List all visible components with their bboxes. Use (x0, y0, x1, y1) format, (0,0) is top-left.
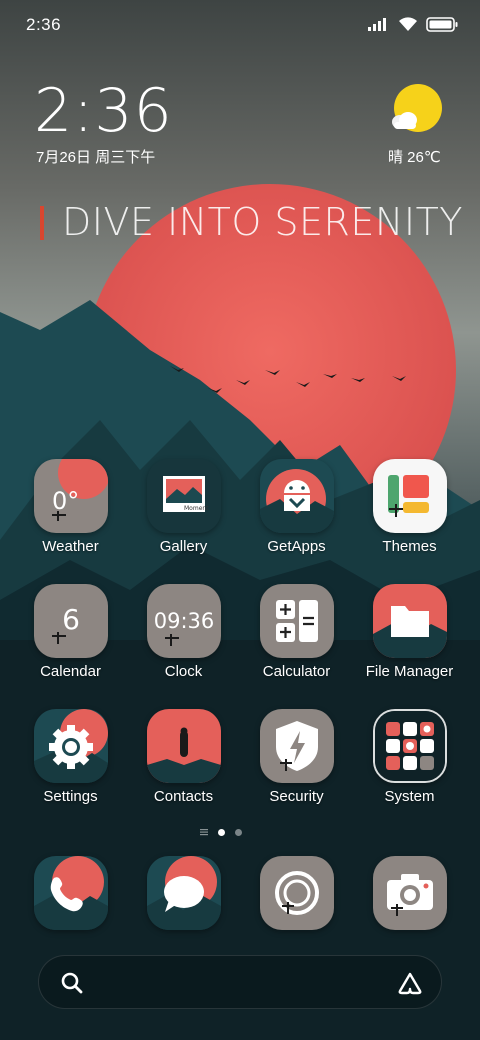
status-bar-icons (368, 14, 458, 34)
search-icon[interactable] (61, 972, 83, 994)
search-bar[interactable] (38, 955, 442, 1009)
page-indicator[interactable] (200, 828, 242, 836)
app-weather[interactable]: 0° Weather (14, 459, 127, 555)
app-gallery[interactable]: Moment Gallery (127, 459, 240, 555)
messages-icon (146, 856, 221, 930)
app-label: File Manager (365, 663, 454, 680)
assistant-icon[interactable] (397, 971, 423, 995)
file-manager-icon (372, 584, 447, 658)
app-settings[interactable]: Settings (14, 709, 127, 805)
app-label: Settings (43, 788, 98, 805)
status-bar-time: 2:36 (26, 15, 62, 34)
getapps-icon (259, 459, 334, 533)
phone-icon (33, 856, 108, 930)
calendar-icon-text: 6 (62, 603, 80, 636)
app-label: Security (269, 788, 324, 805)
clock-widget-date: 7月26日 周三下午 (36, 149, 156, 166)
app-themes[interactable]: Themes (353, 459, 466, 555)
clock-icon: 09:36 (146, 584, 221, 658)
app-clock[interactable]: 09:36 Clock (127, 584, 240, 680)
gallery-icon: Moment (146, 459, 221, 533)
app-label: System (384, 788, 435, 805)
app-label: Clock (164, 663, 203, 680)
security-icon (259, 709, 334, 783)
app-drawer-lines-icon (200, 829, 208, 836)
dock-messages[interactable] (127, 856, 240, 930)
system-folder-icon (372, 709, 447, 783)
dock-camera[interactable] (353, 856, 466, 930)
weather-icon: 0° (33, 459, 108, 533)
dock-phone[interactable] (14, 856, 127, 930)
page-dot[interactable] (235, 828, 242, 836)
wifi-icon (399, 16, 417, 31)
folder-system[interactable]: System (353, 709, 466, 805)
contacts-icon (146, 709, 221, 783)
cellular-signal-icon (368, 18, 386, 31)
battery-icon (426, 16, 458, 32)
calculator-icon (259, 584, 334, 658)
calendar-icon: 6 (33, 584, 108, 658)
weather-sun-icon[interactable] (390, 84, 446, 136)
app-calendar[interactable]: 6 Calendar (14, 584, 127, 680)
wallpaper-headline: DIVE INTO SERENITY (62, 200, 463, 244)
app-label: Contacts (153, 788, 214, 805)
page-dot-active[interactable] (218, 828, 225, 836)
dock-browser[interactable] (240, 856, 353, 930)
app-contacts[interactable]: Contacts (127, 709, 240, 805)
themes-icon (372, 459, 447, 533)
weather-icon-text: 0° (52, 487, 79, 515)
app-label: Calendar (40, 663, 101, 680)
app-label: Gallery (159, 538, 208, 555)
clock-widget-time[interactable]: 2:36 (34, 76, 173, 146)
gallery-icon-text: Moment (184, 505, 209, 512)
browser-icon (259, 856, 334, 930)
app-file-manager[interactable]: File Manager (353, 584, 466, 680)
app-label: Weather (42, 538, 99, 555)
app-calculator[interactable]: Calculator (240, 584, 353, 680)
app-getapps[interactable]: GetApps (240, 459, 353, 555)
app-security[interactable]: Security (240, 709, 353, 805)
headline-accent-bar (40, 206, 44, 240)
app-label: Themes (382, 538, 437, 555)
app-label: Calculator (262, 663, 331, 680)
clock-icon-text: 09:36 (153, 609, 214, 633)
settings-icon (33, 709, 108, 783)
camera-icon (372, 856, 447, 930)
app-label: GetApps (267, 538, 326, 555)
weather-widget-text[interactable]: 晴 26℃ (388, 146, 441, 167)
